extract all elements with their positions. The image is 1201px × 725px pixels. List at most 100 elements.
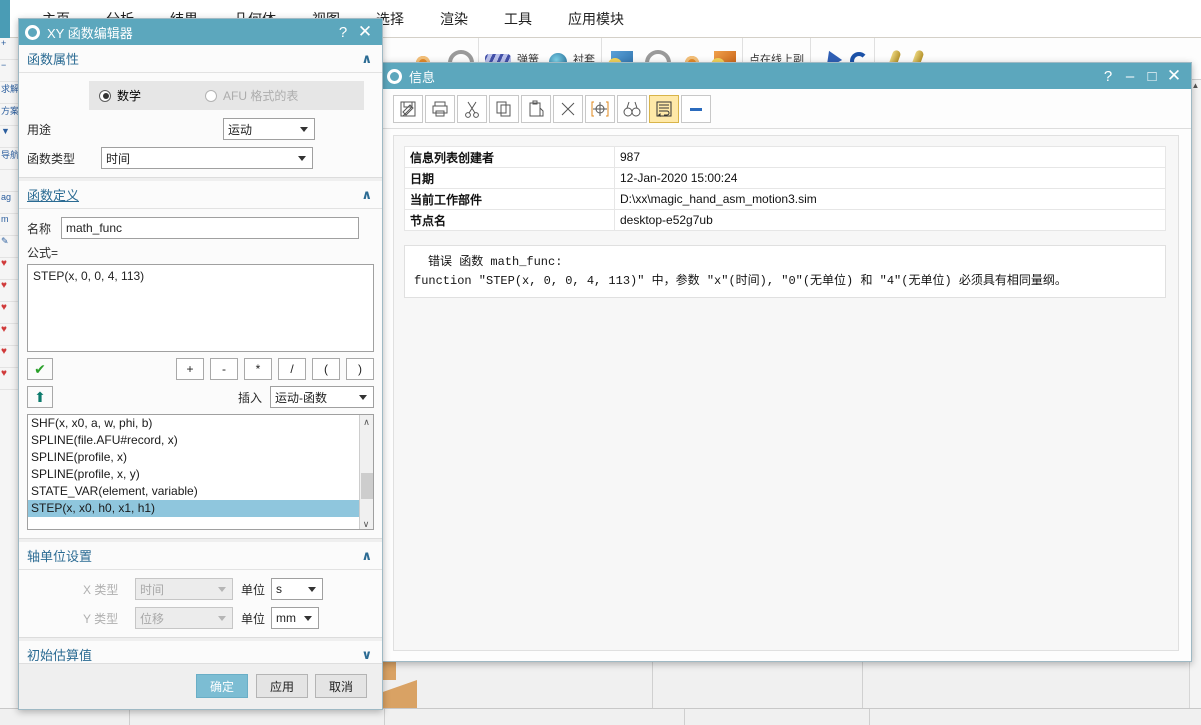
radio-afu-table[interactable]: AFU 格式的表 (205, 87, 298, 104)
close-button[interactable]: ✕ (354, 22, 376, 42)
purpose-row: 用途 运动 (27, 118, 374, 140)
property-key: 节点名 (404, 209, 615, 231)
name-input[interactable]: math_func (61, 217, 359, 239)
menu-tab-7[interactable]: 工具 (486, 0, 550, 38)
property-value: 987 (614, 146, 1166, 168)
insert-up-button[interactable]: ⬆ (27, 386, 53, 408)
radio-math[interactable]: 数学 (99, 87, 141, 104)
ok-button[interactable]: 确定 (196, 674, 248, 698)
gear-icon (387, 68, 402, 84)
menu-tab-6[interactable]: 渲染 (422, 0, 486, 38)
y-axis-row: Y 类型 位移 单位 mm (27, 607, 374, 629)
paste-icon[interactable] (521, 94, 551, 123)
status-bar (0, 708, 1201, 725)
target-icon[interactable] (585, 94, 615, 123)
function-type-select[interactable]: 时间 (101, 147, 313, 169)
menu-tab-8[interactable]: 应用模块 (550, 0, 642, 38)
chevron-down-icon[interactable]: ∨ (361, 647, 372, 663)
name-row: 名称 math_func (27, 217, 374, 239)
insert-category-value: 运动-函数 (275, 390, 327, 405)
chevron-down-icon (298, 156, 306, 161)
radio-dot-icon (99, 89, 111, 102)
section-header-function-properties[interactable]: 函数属性 ∧ (19, 45, 382, 73)
xy-dialog-title-bar[interactable]: XY 函数编辑器 ? ✕ (19, 19, 382, 45)
section-header-function-definition[interactable]: 函数定义 ∧ (19, 181, 382, 209)
function-listbox[interactable]: SHF(x, x0, a, w, phi, b) SPLINE(file.AFU#… (27, 414, 374, 530)
panel-axis-units: X 类型 时间 单位 s Y 类型 位移 单位 mm (19, 570, 382, 637)
chevron-down-icon (218, 616, 226, 621)
scroll-down-icon[interactable]: ∨ (360, 517, 372, 529)
cut-icon[interactable] (457, 94, 487, 123)
panel-function-definition: 名称 math_func 公式= STEP(x, 0, 0, 4, 113) ✔… (19, 209, 382, 538)
name-label: 名称 (27, 221, 52, 236)
scroll-up-icon[interactable]: ∧ (360, 415, 373, 429)
x-unit-label: 单位 (241, 582, 266, 597)
delete-icon[interactable] (553, 94, 583, 123)
operator-button-3[interactable]: / (278, 358, 306, 380)
xy-dialog-title: XY 函数编辑器 (47, 25, 133, 41)
section-title: 轴单位设置 (27, 549, 93, 564)
purpose-value: 运动 (228, 122, 253, 137)
formula-textarea[interactable]: STEP(x, 0, 0, 4, 113) (27, 264, 374, 352)
purpose-select[interactable]: 运动 (223, 118, 315, 140)
function-list-item[interactable]: SPLINE(file.AFU#record, x) (28, 432, 373, 449)
info-window-toolbar (381, 89, 1191, 129)
x-axis-row: X 类型 时间 单位 s (27, 578, 374, 600)
function-list-item[interactable]: SPLINE(profile, x) (28, 449, 373, 466)
help-button[interactable]: ? (332, 24, 354, 41)
model-part-lower (377, 680, 417, 708)
chevron-up-icon[interactable]: ∧ (361, 51, 372, 67)
chevron-down-icon (304, 616, 313, 621)
radio-dot-icon (205, 89, 218, 102)
operator-button-2[interactable]: * (244, 358, 272, 380)
function-list-item[interactable]: STEP(x, x0, h0, x1, h1) (28, 500, 373, 517)
help-button[interactable]: ? (1097, 68, 1119, 85)
y-unit-value: mm (276, 611, 297, 625)
formula-label: 公式= (27, 246, 59, 260)
close-button[interactable]: ✕ (1163, 66, 1185, 86)
function-list-item[interactable]: SPLINE(profile, x, y) (28, 466, 373, 483)
wrap-text-icon[interactable] (649, 94, 679, 123)
property-key: 信息列表创建者 (404, 146, 615, 168)
y-unit-select[interactable]: mm (271, 607, 320, 629)
operator-button-group: + - * / () (176, 358, 374, 380)
save-icon[interactable] (393, 94, 423, 123)
operator-button-0[interactable]: + (176, 358, 204, 380)
insert-label: 插入 (237, 390, 262, 405)
x-unit-select[interactable]: s (271, 578, 324, 600)
function-list-item[interactable]: STATE_VAR(element, variable) (28, 483, 373, 500)
y-unit-label: 单位 (241, 611, 266, 626)
find-icon[interactable] (617, 94, 647, 123)
scrollbar-thumb[interactable] (361, 473, 373, 499)
maximize-button[interactable]: □ (1141, 68, 1163, 85)
info-window-title-bar[interactable]: 信息 ? – □ ✕ (381, 63, 1191, 89)
copy-icon[interactable] (489, 94, 519, 123)
function-type-radio-group: 数学 AFU 格式的表 (89, 81, 364, 110)
chevron-up-icon[interactable]: ∧ (361, 548, 372, 564)
operator-button-4[interactable]: ( (312, 358, 340, 380)
table-row: 信息列表创建者 987 (404, 146, 1166, 168)
print-icon[interactable] (425, 94, 455, 123)
status-cell (130, 709, 385, 725)
info-properties-table: 信息列表创建者 987 日期 12-Jan-2020 15:00:24 当前工作部件 D:… (404, 146, 1166, 231)
table-row: 日期 12-Jan-2020 15:00:24 (404, 167, 1166, 189)
xy-function-editor-dialog[interactable]: XY 函数编辑器 ? ✕ 函数属性 ∧ 数学 AFU 格式的表 用途 运动 函数… (18, 18, 383, 710)
error-title: 错误 函数 math_func: (428, 255, 563, 269)
table-row: 节点名 desktop-e52g7ub (404, 209, 1166, 231)
chevron-up-icon[interactable]: ∧ (361, 187, 372, 203)
operator-button-1[interactable]: - (210, 358, 238, 380)
apply-button[interactable]: 应用 (256, 674, 308, 698)
cancel-button[interactable]: 取消 (315, 674, 367, 698)
listbox-scrollbar[interactable]: ∧ ∨ (359, 415, 373, 529)
menu-accent-bar (0, 0, 10, 38)
insert-category-select[interactable]: 运动-函数 (270, 386, 374, 408)
section-header-axis-units[interactable]: 轴单位设置 ∧ (19, 542, 382, 570)
minimize-button[interactable]: – (1119, 68, 1141, 85)
chevron-down-icon (300, 127, 308, 132)
function-list-item[interactable]: SHF(x, x0, a, w, phi, b) (28, 415, 373, 432)
info-window[interactable]: 信息 ? – □ ✕ 信息列表创建者 987 日期 12-Jan-2020 15… (380, 62, 1192, 662)
operator-button-5[interactable]: ) (346, 358, 374, 380)
validate-formula-button[interactable]: ✔ (27, 358, 53, 380)
xy-dialog-body: 函数属性 ∧ 数学 AFU 格式的表 用途 运动 函数类型 时间 函数定义 ∧ … (19, 45, 382, 709)
minus-icon[interactable] (681, 94, 711, 123)
